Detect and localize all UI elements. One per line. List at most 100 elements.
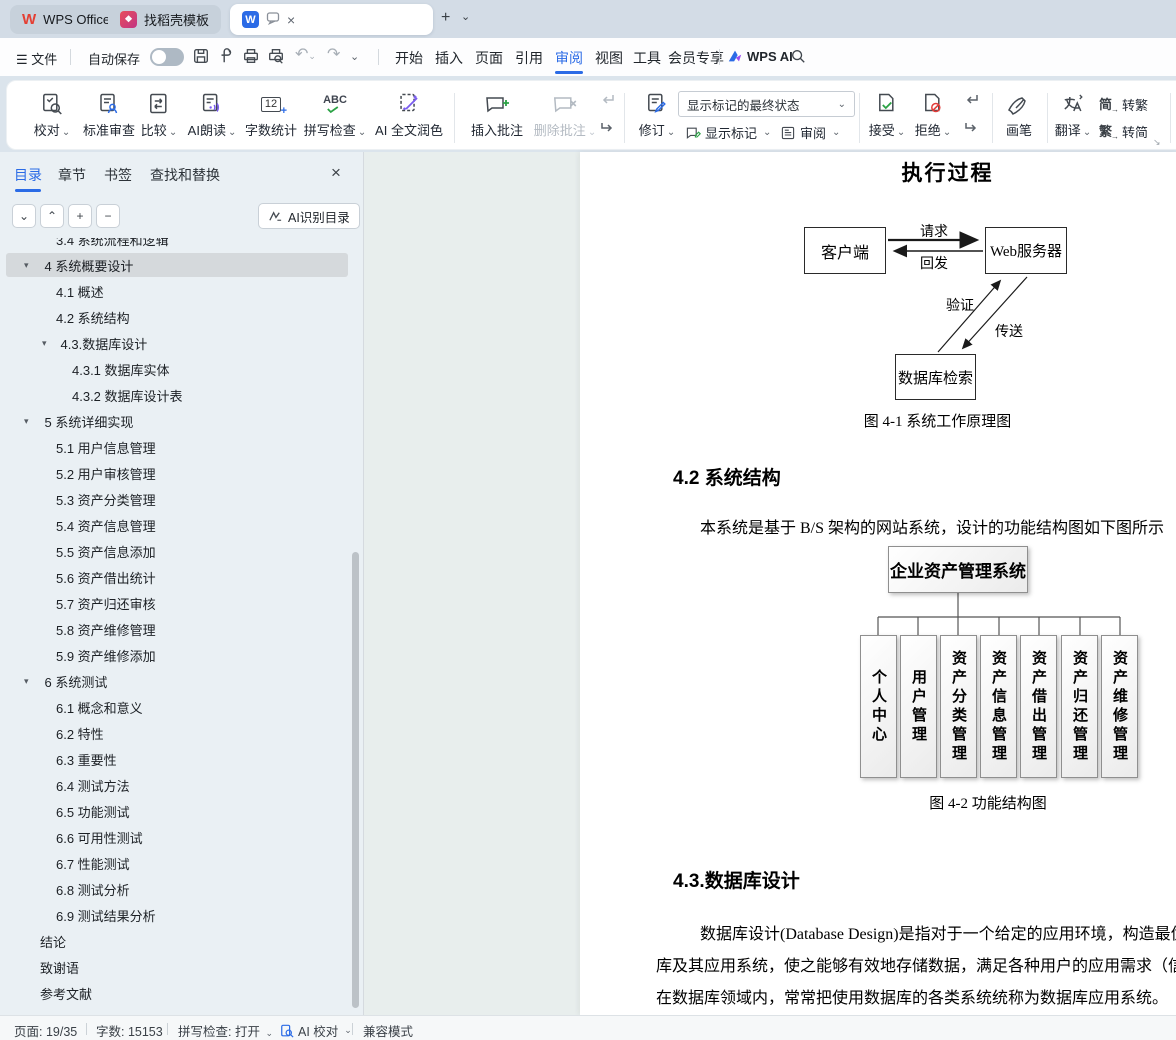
ai-read-button[interactable]: AI朗读⌄	[188, 89, 237, 138]
doc-comment-icon[interactable]	[266, 11, 280, 28]
toc-item[interactable]: ▾4.3.数据库设计	[0, 330, 352, 356]
toc-item[interactable]: 结论	[0, 928, 352, 954]
template-tab-label: 找稻壳模板	[144, 10, 209, 29]
collapse-arrow-icon[interactable]: ▾	[24, 676, 29, 687]
tab-wps-home[interactable]: W WPS Office	[10, 5, 122, 34]
file-menu[interactable]: ☰ 文件	[16, 49, 57, 68]
toc-item[interactable]: 5.6 资产借出统计	[0, 564, 352, 590]
menu-view[interactable]: 视图	[595, 48, 623, 68]
toc-item[interactable]: ▾4 系统概要设计	[0, 252, 352, 278]
search-icon[interactable]	[790, 48, 806, 64]
to-traditional-button[interactable]: 简→ 转繁	[1099, 95, 1148, 114]
toc-item[interactable]: 5.5 资产信息添加	[0, 538, 352, 564]
spell-check-button[interactable]: ABC 拼写检查⌄	[304, 89, 366, 138]
show-markup-button[interactable]: 显示标记⌄	[685, 123, 771, 142]
tab-template-store[interactable]: ❖ 找稻壳模板	[108, 5, 221, 34]
tab-find-replace[interactable]: 查找和替换	[150, 165, 220, 185]
menu-page[interactable]: 页面	[475, 48, 503, 68]
next-comment-icon[interactable]	[599, 119, 616, 141]
wps-ai-button[interactable]: WPS AI	[727, 48, 793, 64]
divider	[1170, 93, 1171, 143]
print-icon[interactable]	[242, 47, 260, 65]
diagram1-server-box: Web服务器	[985, 227, 1067, 274]
close-sidebar-icon[interactable]: ×	[331, 163, 341, 183]
toc-item[interactable]: 4.3.2 数据库设计表	[0, 382, 352, 408]
new-tab-button[interactable]: +	[441, 9, 450, 27]
menu-reference[interactable]: 引用	[515, 48, 543, 68]
toc-item[interactable]: 6.1 概念和意义	[0, 694, 352, 720]
toc-item[interactable]: 5.8 资产维修管理	[0, 616, 352, 642]
collapse-arrow-icon[interactable]: ▾	[24, 260, 29, 271]
menu-review[interactable]: 审阅	[555, 48, 583, 68]
toc-item[interactable]: ▾5 系统详细实现	[0, 408, 352, 434]
insert-comment-button[interactable]: 插入批注	[471, 89, 523, 137]
toc-item[interactable]: 5.7 资产归还审核	[0, 590, 352, 616]
toc-item-label: 4.3.2 数据库设计表	[72, 386, 183, 405]
autosave-toggle[interactable]	[150, 48, 184, 66]
tab-contents[interactable]: 目录	[14, 165, 42, 185]
ai-proof-status[interactable]: AI 校对⌄	[280, 1021, 352, 1040]
export-pdf-icon[interactable]	[217, 47, 235, 65]
toc-item[interactable]: 5.2 用户审核管理	[0, 460, 352, 486]
toc-item[interactable]: 5.4 资产信息管理	[0, 512, 352, 538]
toc-item[interactable]: 6.3 重要性	[0, 746, 352, 772]
toc-item[interactable]: 4.2 系统结构	[0, 304, 352, 330]
toc-item[interactable]: 4.3.1 数据库实体	[0, 356, 352, 382]
save-icon[interactable]	[192, 47, 210, 65]
ai-recognize-toc-button[interactable]: AI识别目录	[258, 203, 360, 229]
toc-item[interactable]: 6.2 特性	[0, 720, 352, 746]
toc-item[interactable]: 6.6 可用性测试	[0, 824, 352, 850]
undo-icon: ↶⌄	[295, 46, 316, 65]
expand-next-button[interactable]: ⌄	[12, 204, 36, 228]
to-simplified-button[interactable]: 繁→ 转简	[1099, 122, 1148, 141]
collapse-arrow-icon[interactable]: ▾	[42, 338, 47, 349]
toc-item[interactable]: 4.1 概述	[0, 278, 352, 304]
standard-review-button[interactable]: 标准审查	[83, 89, 135, 137]
toc-item[interactable]: 6.8 测试分析	[0, 876, 352, 902]
ai-polish-button[interactable]: AI 全文润色	[375, 89, 443, 137]
toc-item[interactable]: ▾6 系统测试	[0, 668, 352, 694]
tab-list-chevron-icon[interactable]: ⌄	[461, 10, 470, 23]
document-page[interactable]	[580, 152, 1176, 1015]
compare-button[interactable]: 比较⌄	[141, 89, 177, 138]
translate-button[interactable]: 翻译⌄	[1055, 89, 1091, 138]
toc-item[interactable]: 5.1 用户信息管理	[0, 434, 352, 460]
collapse-all-button[interactable]: −	[96, 204, 120, 228]
quickbar-chevron-icon[interactable]: ⌄	[350, 48, 359, 66]
toc-item[interactable]: 5.3 资产分类管理	[0, 486, 352, 512]
next-change-icon[interactable]	[963, 119, 980, 141]
print-preview-icon[interactable]	[267, 47, 285, 65]
toc-item[interactable]: 6.4 测试方法	[0, 772, 352, 798]
menu-insert[interactable]: 插入	[435, 48, 463, 68]
review-pane-button[interactable]: 审阅⌄	[780, 123, 840, 142]
tab-document[interactable]: W 基于Vue+Spring Boot+MyS ×	[230, 4, 433, 35]
accept-button[interactable]: 接受⌄	[869, 89, 905, 138]
tab-chapters[interactable]: 章节	[58, 165, 86, 185]
previous-change-icon[interactable]	[963, 91, 980, 113]
dialog-launcher-icon[interactable]: ↘	[1153, 137, 1161, 148]
expand-all-button[interactable]: +	[68, 204, 92, 228]
toc-item[interactable]: 3.4 系统流程和逻辑	[0, 238, 352, 252]
reject-button[interactable]: 拒绝⌄	[915, 89, 951, 138]
spellcheck-status[interactable]: 拼写检查: 打开 ⌄	[178, 1021, 273, 1040]
markup-state-dropdown[interactable]: 显示标记的最终状态 ⌄	[678, 91, 855, 117]
track-changes-button[interactable]: 修订⌄	[639, 89, 675, 138]
menu-tools[interactable]: 工具	[633, 48, 661, 68]
tab-bookmarks[interactable]: 书签	[104, 165, 132, 185]
proof-button[interactable]: 校对⌄	[34, 89, 70, 138]
menu-start[interactable]: 开始	[395, 48, 423, 68]
menu-membership[interactable]: 会员专享	[668, 48, 724, 68]
collapse-arrow-icon[interactable]: ▾	[24, 416, 29, 427]
divider	[859, 93, 860, 143]
word-count-button[interactable]: 12+ 字数统计	[245, 89, 297, 137]
sidebar-scrollbar[interactable]	[352, 552, 359, 1008]
toc-item[interactable]: 5.9 资产维修添加	[0, 642, 352, 668]
toc-item[interactable]: 6.7 性能测试	[0, 850, 352, 876]
close-doc-tab-icon[interactable]: ×	[287, 13, 295, 27]
toc-item[interactable]: 致谢语	[0, 954, 352, 980]
toc-item[interactable]: 6.5 功能测试	[0, 798, 352, 824]
toc-item[interactable]: 参考文献	[0, 980, 352, 1006]
toc-item[interactable]: 6.9 测试结果分析	[0, 902, 352, 928]
pen-button[interactable]: 画笔	[1006, 89, 1032, 137]
collapse-prev-button[interactable]: ⌃	[40, 204, 64, 228]
